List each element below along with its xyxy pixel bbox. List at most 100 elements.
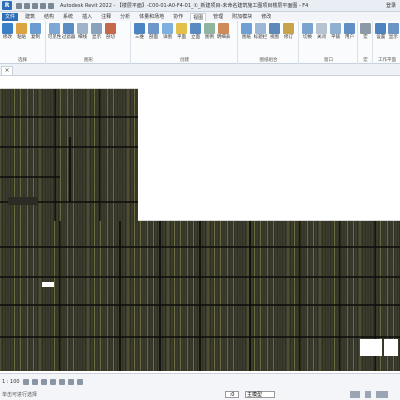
schedule-button[interactable]: 明细表 [217, 23, 230, 40]
filter-button[interactable]: 过滤器 [62, 23, 75, 40]
place-view-button[interactable]: 视图 [268, 23, 281, 40]
select-links-icon[interactable] [365, 390, 371, 398]
redo-icon[interactable] [40, 2, 46, 9]
ribbon-group-macros: 宏 宏 [359, 21, 373, 64]
visibility-icon [49, 23, 60, 34]
detail-level-icon[interactable] [22, 379, 29, 385]
section-box-button[interactable]: 剖切 [104, 23, 117, 40]
revision-icon [283, 23, 294, 34]
user-interface-icon [344, 23, 355, 34]
selection-filter-icon[interactable] [350, 390, 360, 398]
status-message: 单击可进行选择 [2, 391, 38, 398]
switch-window-icon [302, 23, 313, 34]
ribbon-group-window: 切换 关闭 平铺 用户 窗口 [300, 21, 358, 64]
copy-button[interactable]: 复制 [29, 23, 42, 40]
ribbon-group-create: 三维 剖面 详图 平面 立面 图例 明细表 创建 [132, 21, 238, 64]
tab-insert[interactable]: 插入 [80, 13, 94, 21]
tab-file[interactable]: 文件 [2, 12, 19, 21]
filter-count-icon[interactable] [376, 390, 388, 398]
window-title: Autodesk Revit 2022 - 【楼层平面】-C00-01-A0-F… [60, 3, 309, 9]
status-bar: 1 : 100 单击可进行选择 :0 主模型 [0, 373, 400, 400]
ribbon-group-select: 修改 粘贴 复制 选择 [0, 21, 46, 64]
tab-view[interactable]: 视图 [190, 12, 207, 21]
user-interface-button[interactable]: 用户 [343, 23, 356, 40]
ribbon-panel: 修改 粘贴 复制 选择 可见性 过滤器 细线 显示 剖切 图形 三维 剖面 详图… [0, 21, 400, 64]
workplane-show-button[interactable]: 显示 [387, 23, 400, 40]
tab-annotate[interactable]: 注释 [99, 13, 113, 21]
status-row: 单击可进行选择 :0 主模型 [0, 389, 400, 399]
macro-button[interactable]: 宏 [360, 23, 371, 40]
legend-button[interactable]: 图例 [203, 23, 216, 40]
elevation-icon [190, 23, 201, 34]
shadows-icon[interactable] [49, 379, 56, 385]
section-view-button[interactable]: 剖面 [147, 23, 160, 40]
tab-addins[interactable]: 附加模块 [230, 13, 254, 21]
tab-massing[interactable]: 体量和场地 [137, 13, 166, 21]
opening-rect [384, 339, 398, 356]
save-icon[interactable] [24, 2, 30, 9]
tab-modify[interactable]: 修改 [259, 13, 273, 21]
print-icon[interactable] [48, 2, 54, 9]
modify-button[interactable]: 修改 [1, 23, 14, 40]
display-icon [387, 23, 399, 34]
macro-icon [360, 23, 371, 34]
3d-view-button[interactable]: 三维 [133, 23, 146, 40]
undo-icon[interactable] [32, 2, 38, 9]
ribbon-group-workplane: 设置 显示 工作平面 [374, 21, 400, 64]
close-icon[interactable]: × [2, 67, 12, 75]
close-inactive-button[interactable]: 关闭 [315, 23, 328, 40]
temporary-hide-icon[interactable] [76, 379, 83, 385]
tab-manage[interactable]: 管理 [211, 13, 225, 21]
sun-path-icon[interactable] [40, 379, 47, 385]
thin-lines-icon [77, 23, 88, 34]
switch-window-button[interactable]: 切换 [301, 23, 314, 40]
revit-window: R Autodesk Revit 2022 - 【楼层平面】-C00-01-A0… [0, 0, 400, 400]
ribbon-group-sheet: 图纸 标题栏 视图 修订 图纸组合 [239, 21, 299, 64]
show-button[interactable]: 显示 [90, 23, 103, 40]
opening-rect [42, 282, 54, 287]
crop-view-icon[interactable] [58, 379, 65, 385]
tab-systems[interactable]: 系统 [61, 13, 75, 21]
workplane-set-button[interactable]: 设置 [375, 23, 387, 40]
3d-view-icon [134, 23, 145, 34]
titleblock-button[interactable]: 标题栏 [254, 23, 267, 40]
section-icon [105, 23, 116, 34]
view-tab[interactable]: × [1, 66, 13, 75]
tab-collaborate[interactable]: 协作 [171, 13, 185, 21]
section-view-icon [148, 23, 159, 34]
view-control-bar: 1 : 100 [0, 377, 400, 387]
sign-in-link[interactable]: 登录 [386, 2, 396, 9]
callout-button[interactable]: 详图 [161, 23, 174, 40]
quick-access-toolbar [16, 2, 54, 9]
titleblock-icon [255, 23, 266, 34]
paste-button[interactable]: 粘贴 [15, 23, 28, 40]
show-crop-icon[interactable] [67, 379, 74, 385]
revit-logo-icon[interactable]: R [2, 1, 12, 10]
thin-lines-button[interactable]: 细线 [76, 23, 89, 40]
legend-icon [204, 23, 215, 34]
copy-icon [30, 23, 41, 34]
model-selector[interactable]: 主模型 [245, 390, 275, 398]
plan-view-icon [176, 23, 187, 34]
revision-button[interactable]: 修订 [282, 23, 295, 40]
tile-button[interactable]: 平铺 [329, 23, 342, 40]
settings-icon [375, 23, 387, 34]
plan-view-button[interactable]: 平面 [175, 23, 188, 40]
open-icon[interactable] [16, 2, 22, 9]
sheet-icon [241, 23, 252, 34]
sheet-button[interactable]: 图纸 [240, 23, 253, 40]
schedule-icon [218, 23, 229, 34]
tab-analyze[interactable]: 分析 [118, 13, 132, 21]
view-scale[interactable]: 1 : 100 [2, 379, 20, 385]
visibility-button[interactable]: 可见性 [48, 23, 61, 40]
floor-plan-drawing[interactable] [0, 77, 400, 373]
elevation-button[interactable]: 立面 [189, 23, 202, 40]
drawing-canvas[interactable] [0, 77, 400, 373]
show-icon [91, 23, 102, 34]
visual-style-icon[interactable] [31, 379, 38, 385]
opening-rect [360, 339, 382, 356]
tab-structure[interactable]: 结构 [42, 13, 56, 21]
filter-icon [63, 23, 74, 34]
tab-architecture[interactable]: 建筑 [23, 13, 37, 21]
view-icon [269, 23, 280, 34]
